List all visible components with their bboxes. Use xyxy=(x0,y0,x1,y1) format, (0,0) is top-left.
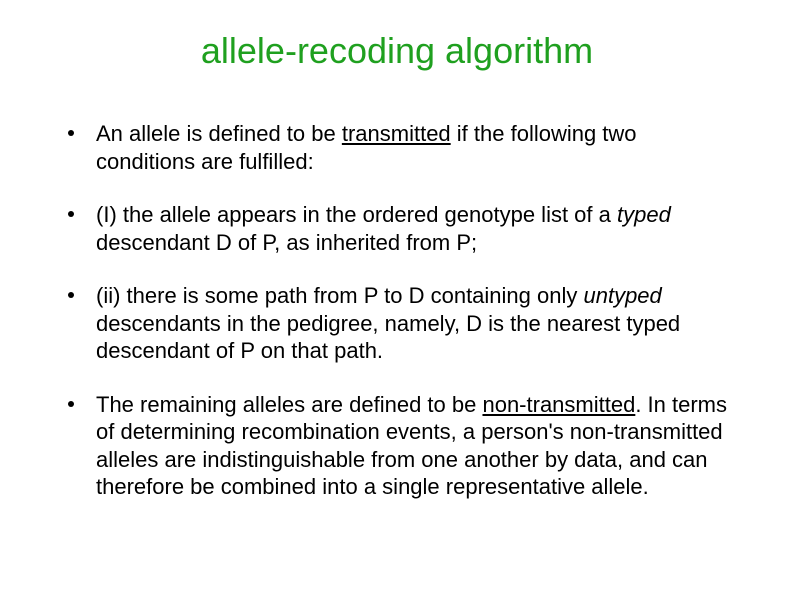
bullet-text-italic: untyped xyxy=(583,283,661,308)
bullet-text-underline: transmitted xyxy=(342,121,451,146)
bullet-text-italic: typed xyxy=(617,202,671,227)
bullet-text-post: descendant D of P, as inherited from P; xyxy=(96,230,477,255)
bullet-item: (ii) there is some path from P to D cont… xyxy=(60,282,734,365)
bullet-text-post: descendants in the pedigree, namely, D i… xyxy=(96,311,680,364)
bullet-text-pre: (I) the allele appears in the ordered ge… xyxy=(96,202,617,227)
bullet-list: An allele is defined to be transmitted i… xyxy=(60,120,734,501)
bullet-item: An allele is defined to be transmitted i… xyxy=(60,120,734,175)
bullet-text-pre: An allele is defined to be xyxy=(96,121,342,146)
slide: allele-recoding algorithm An allele is d… xyxy=(0,0,794,595)
bullet-text-underline: non-transmitted xyxy=(482,392,635,417)
slide-title: allele-recoding algorithm xyxy=(0,30,794,72)
slide-content: An allele is defined to be transmitted i… xyxy=(60,120,734,527)
bullet-item: The remaining alleles are defined to be … xyxy=(60,391,734,501)
bullet-item: (I) the allele appears in the ordered ge… xyxy=(60,201,734,256)
bullet-text-pre: The remaining alleles are defined to be xyxy=(96,392,482,417)
bullet-text-pre: (ii) there is some path from P to D cont… xyxy=(96,283,583,308)
